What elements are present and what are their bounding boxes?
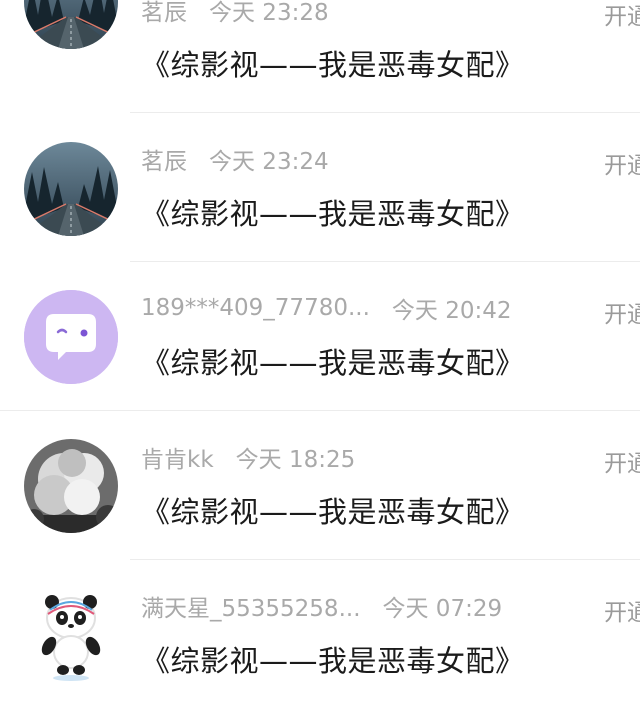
timestamp: 今天 07:29 [382, 596, 503, 622]
message-meta: 189***409_77780... 今天 20:42 [141, 293, 512, 324]
timestamp: 今天 20:42 [391, 298, 512, 324]
smoke-avatar[interactable] [24, 439, 118, 533]
open-button[interactable]: 开通 [604, 444, 640, 478]
default-chat-avatar[interactable] [24, 290, 118, 384]
open-button[interactable]: 开通 [604, 295, 640, 329]
timestamp: 今天 23:28 [209, 0, 329, 26]
open-button[interactable]: 开通 [604, 593, 640, 627]
sender-name[interactable]: 189***409_77780... [141, 295, 370, 321]
message-title[interactable]: 《综影视——我是恶毒女配》 [141, 638, 525, 680]
message-list: 茗辰 今天 23:28 《综影视——我是恶毒女配》 开通 茗辰 今天 23:24… [0, 0, 640, 682]
message-meta: 满天星_55355258... 今天 07:29 [141, 589, 503, 623]
list-item[interactable]: 茗辰 今天 23:28 《综影视——我是恶毒女配》 开通 [0, 0, 640, 113]
message-title[interactable]: 《综影视——我是恶毒女配》 [141, 191, 525, 233]
timestamp: 今天 18:25 [235, 447, 356, 473]
road-forest-avatar[interactable] [24, 142, 118, 236]
message-meta: 茗辰 今天 23:28 [141, 0, 329, 27]
open-button[interactable]: 开通 [604, 0, 640, 31]
message-meta: 肯肯kk 今天 18:25 [141, 440, 356, 474]
panda-mascot-avatar[interactable] [24, 588, 118, 682]
sender-name[interactable]: 茗辰 [141, 142, 187, 176]
list-item[interactable]: 满天星_55355258... 今天 07:29 《综影视——我是恶毒女配》 开… [0, 560, 640, 709]
sender-name[interactable]: 茗辰 [141, 0, 187, 27]
timestamp: 今天 23:24 [209, 149, 329, 175]
open-button[interactable]: 开通 [604, 146, 640, 180]
list-item[interactable]: 茗辰 今天 23:24 《综影视——我是恶毒女配》 开通 [0, 113, 640, 262]
message-title[interactable]: 《综影视——我是恶毒女配》 [141, 489, 525, 531]
message-title[interactable]: 《综影视——我是恶毒女配》 [141, 42, 525, 84]
road-forest-avatar[interactable] [24, 0, 118, 49]
sender-name[interactable]: 肯肯kk [141, 440, 214, 474]
list-item[interactable]: 189***409_77780... 今天 20:42 《综影视——我是恶毒女配… [0, 262, 640, 411]
chat-bubble-icon [24, 290, 118, 384]
list-item[interactable]: 肯肯kk 今天 18:25 《综影视——我是恶毒女配》 开通 [0, 411, 640, 560]
sender-name[interactable]: 满天星_55355258... [141, 589, 361, 623]
message-title[interactable]: 《综影视——我是恶毒女配》 [141, 340, 525, 382]
message-meta: 茗辰 今天 23:24 [141, 142, 329, 176]
